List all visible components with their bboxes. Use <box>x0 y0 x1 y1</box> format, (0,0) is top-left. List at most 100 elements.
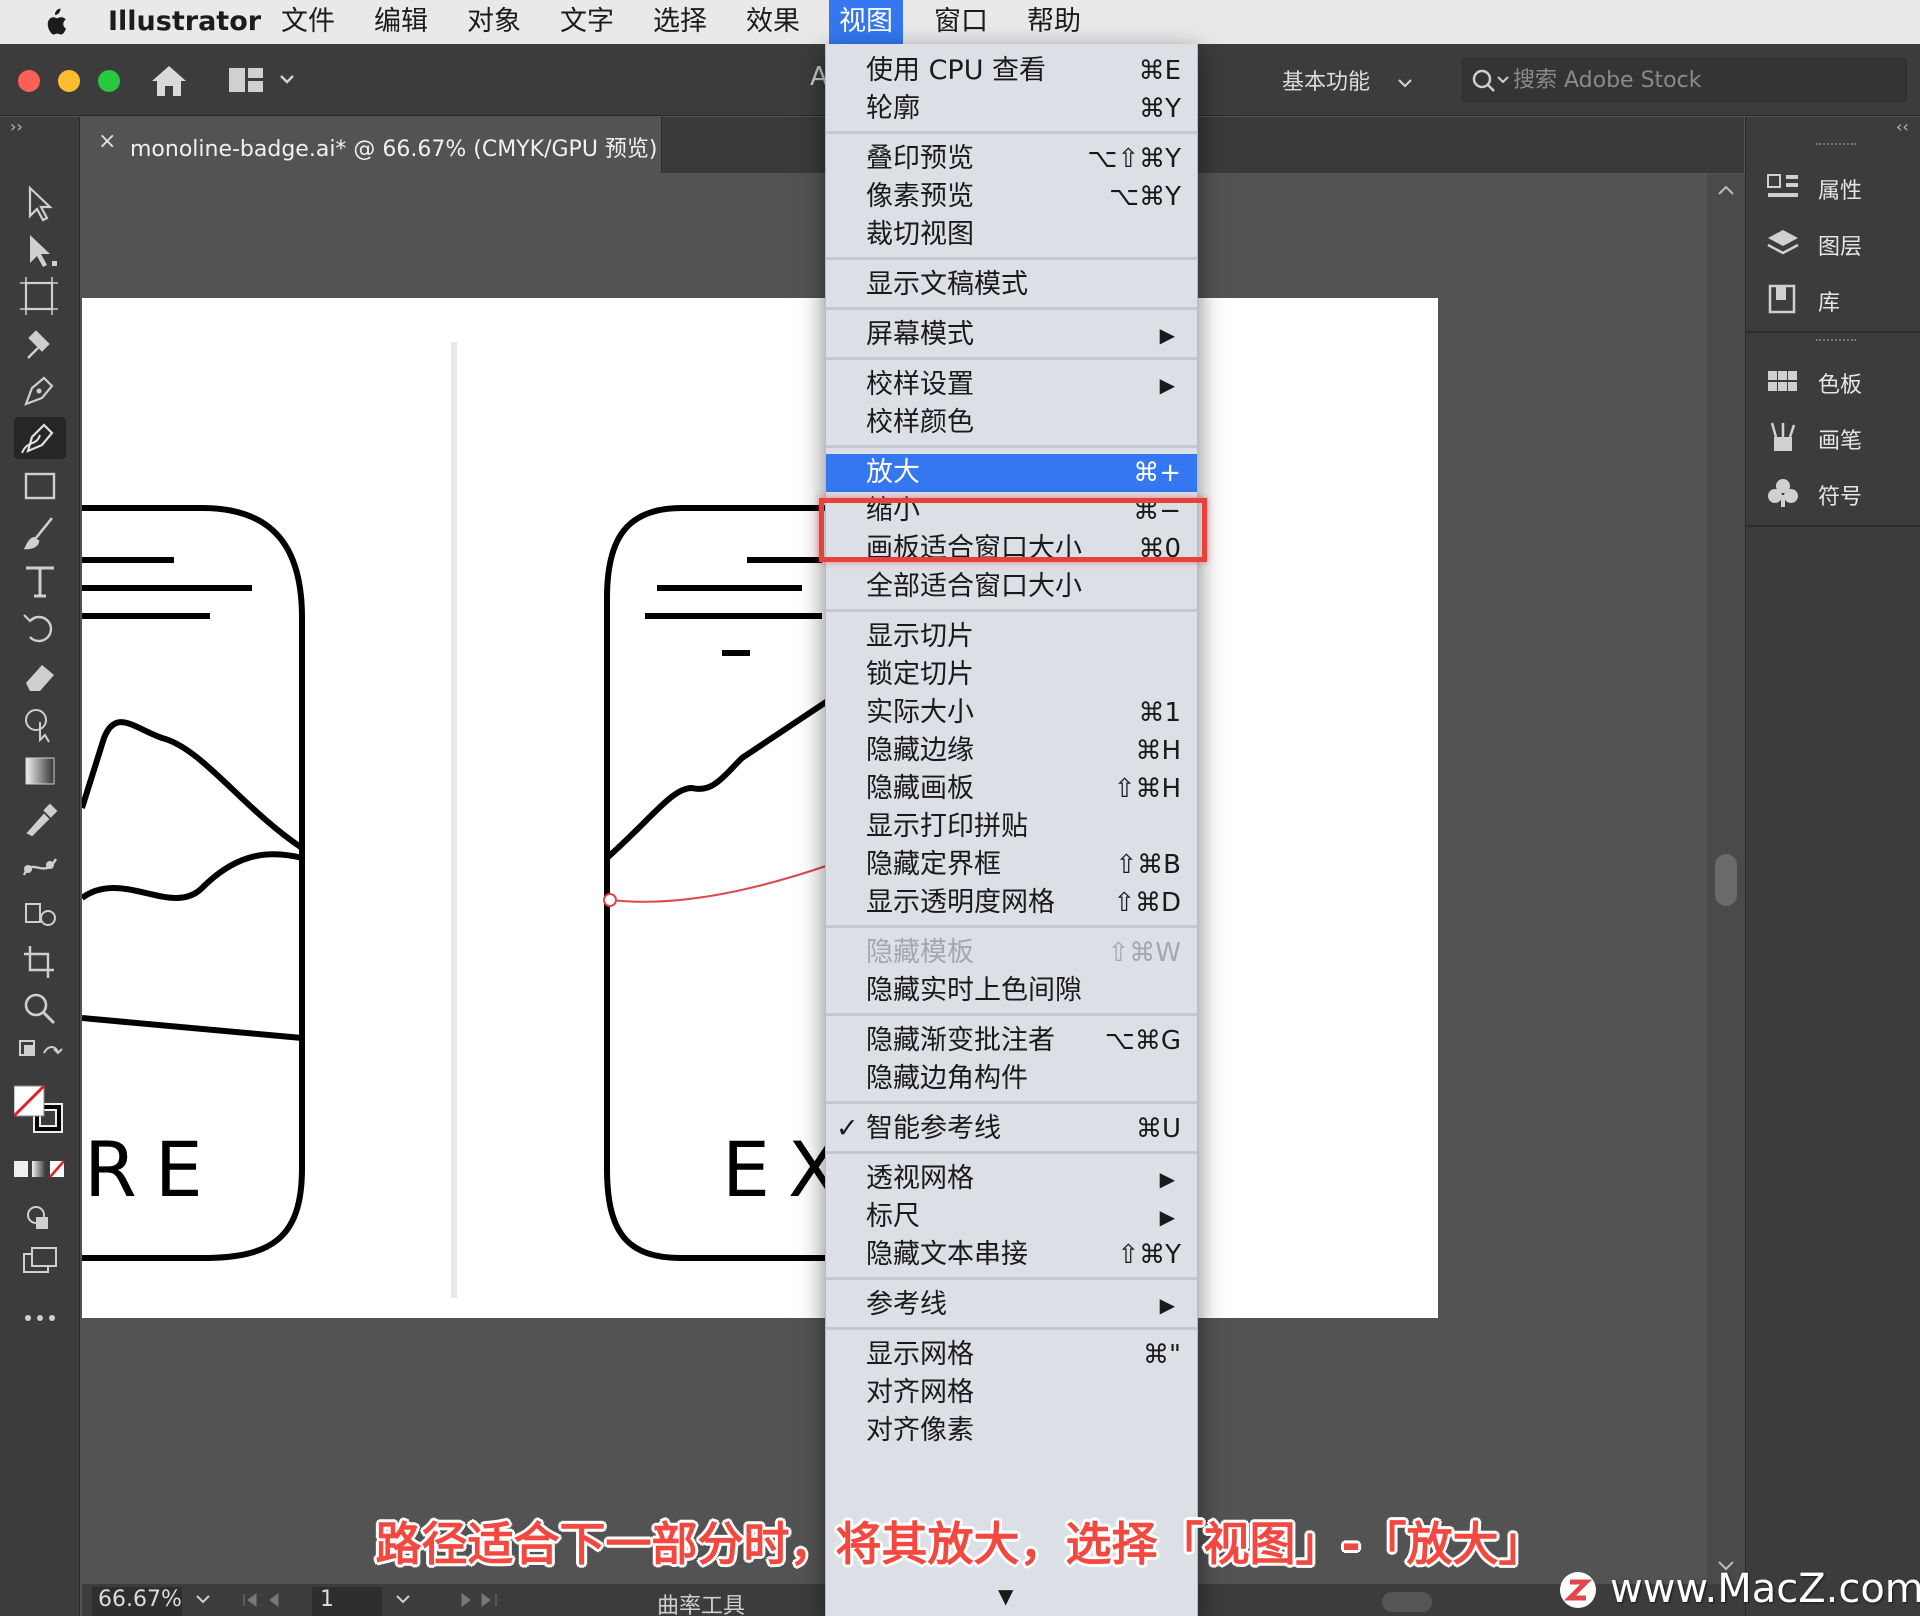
collapse-panels-icon[interactable]: ‹‹ <box>1896 117 1909 136</box>
panel-properties[interactable]: 属性 <box>1766 167 1911 207</box>
view-menu-item[interactable]: ✓ 智能参考线 ⌘U <box>826 1110 1197 1148</box>
view-menu-item[interactable]: 隐藏文本串接 ⇧⌘Y <box>826 1236 1197 1274</box>
next-last-artboard-icons[interactable] <box>442 1592 498 1608</box>
close-tab-icon[interactable]: × <box>98 129 116 154</box>
first-previous-artboard-icons[interactable] <box>242 1592 298 1608</box>
view-menu-item[interactable]: 显示透明度网格 ⇧⌘D <box>826 884 1197 922</box>
drawing-mode-icon[interactable] <box>14 1197 66 1239</box>
shape-builder-tool-icon[interactable] <box>14 702 66 744</box>
artboard-number-field[interactable]: 1 <box>312 1587 382 1616</box>
rotate-tool-icon[interactable] <box>14 607 66 649</box>
close-window-button[interactable] <box>18 70 40 92</box>
workspace-switcher[interactable]: 基本功能 <box>1282 64 1413 96</box>
view-menu-item[interactable]: 轮廓 ⌘Y <box>826 90 1197 128</box>
view-menu-item[interactable]: 标尺 ▶ <box>826 1198 1197 1236</box>
scrollbar-thumb[interactable] <box>1715 854 1737 906</box>
panel-libraries[interactable]: 库 <box>1766 279 1911 319</box>
menu-effect[interactable]: 效果 <box>736 0 810 44</box>
artboard[interactable]: RE EX <box>82 298 1438 1318</box>
edit-toolbar-more-icon[interactable] <box>14 1297 66 1339</box>
view-menu-item[interactable]: 校样设置 ▶ <box>826 366 1197 404</box>
pen-tool-icon[interactable] <box>14 370 66 412</box>
view-menu-item[interactable]: 锁定切片 <box>826 656 1197 694</box>
chevron-down-icon[interactable] <box>194 1590 212 1608</box>
brushes-icon <box>1770 422 1796 451</box>
view-menu-item[interactable]: 对齐像素 <box>826 1412 1197 1450</box>
view-menu-item[interactable]: 校样颜色 <box>826 404 1197 442</box>
fill-stroke-swatches[interactable] <box>12 1082 66 1144</box>
menu-edit[interactable]: 编辑 <box>364 0 438 44</box>
arrange-documents-icon[interactable] <box>228 66 264 94</box>
symbol-sprayer-tool-icon[interactable] <box>14 892 66 934</box>
eraser-tool-icon[interactable] <box>14 655 66 697</box>
rectangle-tool-icon[interactable] <box>14 465 66 507</box>
view-menu-item[interactable]: 实际大小 ⌘1 <box>826 694 1197 732</box>
view-menu-item[interactable]: 放大 ⌘+ <box>826 454 1197 492</box>
view-menu-item[interactable]: 隐藏边缘 ⌘H <box>826 732 1197 770</box>
view-menu-item[interactable]: 显示切片 <box>826 618 1197 656</box>
blend-tool-icon[interactable] <box>14 845 66 887</box>
apple-icon[interactable] <box>40 8 68 38</box>
color-mode-icons[interactable] <box>14 1157 66 1183</box>
menu-view[interactable]: 视图 <box>829 0 903 44</box>
panel-grip[interactable] <box>1816 339 1856 345</box>
view-menu-item[interactable]: 显示文稿模式 <box>826 266 1197 304</box>
view-menu-item[interactable]: 显示打印拼贴 <box>826 808 1197 846</box>
home-icon[interactable] <box>150 64 188 98</box>
puppet-warp-tool-icon[interactable] <box>14 322 66 364</box>
collapse-toolbar-icon[interactable]: ›› <box>10 117 23 136</box>
screen-mode-icon[interactable] <box>14 1242 66 1284</box>
view-menu-item[interactable]: 隐藏定界框 ⇧⌘B <box>826 846 1197 884</box>
stock-search-input[interactable] <box>1513 65 1893 95</box>
view-menu-item[interactable]: 隐藏画板 ⇧⌘H <box>826 770 1197 808</box>
eyedropper-tool-icon[interactable] <box>14 797 66 839</box>
panel-symbols[interactable]: 符号 <box>1766 473 1911 513</box>
adobe-stock-search[interactable] <box>1462 58 1907 102</box>
menu-scroll-down-icon[interactable]: ▼ <box>998 1584 1013 1608</box>
menu-type[interactable]: 文字 <box>550 0 624 44</box>
selection-tool-icon[interactable] <box>14 182 66 224</box>
artboard-tool-icon[interactable] <box>14 275 66 317</box>
document-tab[interactable]: × monoline-badge.ai* @ 66.67% (CMYK/GPU … <box>82 117 662 173</box>
horizontal-scroll-thumb[interactable] <box>1382 1592 1432 1612</box>
view-menu-item[interactable]: 屏幕模式 ▶ <box>826 316 1197 354</box>
view-menu-item[interactable]: 像素预览 ⌥⌘Y <box>826 178 1197 216</box>
menu-select[interactable]: 选择 <box>643 0 717 44</box>
view-menu-item[interactable]: 隐藏实时上色间隙 <box>826 972 1197 1010</box>
direct-selection-tool-icon[interactable] <box>14 229 66 271</box>
zoom-window-button[interactable] <box>98 70 120 92</box>
chevron-down-icon[interactable] <box>394 1590 412 1608</box>
menu-object[interactable]: 对象 <box>457 0 531 44</box>
type-tool-icon[interactable] <box>14 560 66 602</box>
view-menu-item[interactable]: 参考线 ▶ <box>826 1286 1197 1324</box>
vertical-scrollbar[interactable] <box>1707 174 1745 1584</box>
badge-artwork[interactable]: RE EX <box>82 298 1438 1318</box>
view-menu-item[interactable]: 显示网格 ⌘" <box>826 1336 1197 1374</box>
gradient-tool-icon[interactable] <box>14 750 66 792</box>
zoom-level-field[interactable]: 66.67% <box>92 1587 182 1616</box>
view-menu-item[interactable]: 全部适合窗口大小 <box>826 568 1197 606</box>
view-menu-item[interactable]: 使用 CPU 查看 ⌘E <box>826 52 1197 90</box>
swap-fill-stroke-icon[interactable] <box>14 1035 66 1077</box>
view-menu-item[interactable]: 透视网格 ▶ <box>826 1160 1197 1198</box>
menu-help[interactable]: 帮助 <box>1017 0 1091 44</box>
panel-layers[interactable]: 图层 <box>1766 223 1911 263</box>
view-menu-item[interactable]: 隐藏渐变批注者 ⌥⌘G <box>826 1022 1197 1060</box>
menu-file[interactable]: 文件 <box>271 0 345 44</box>
view-menu-item[interactable]: 对齐网格 <box>826 1374 1197 1412</box>
view-menu-item[interactable]: 叠印预览 ⌥⇧⌘Y <box>826 140 1197 178</box>
scroll-up-icon[interactable] <box>1717 184 1735 196</box>
minimize-window-button[interactable] <box>58 70 80 92</box>
menu-window[interactable]: 窗口 <box>924 0 998 44</box>
panel-swatches[interactable]: 色板 <box>1766 361 1911 401</box>
chevron-down-icon[interactable] <box>278 68 296 90</box>
view-menu-item[interactable]: 隐藏边角构件 <box>826 1060 1197 1098</box>
zoom-tool-icon[interactable] <box>14 987 66 1029</box>
menu-app-name[interactable]: Illustrator <box>98 0 271 44</box>
panel-brushes[interactable]: 画笔 <box>1766 417 1911 457</box>
view-menu-item[interactable]: 裁切视图 <box>826 216 1197 254</box>
panel-grip[interactable] <box>1816 143 1856 149</box>
paintbrush-tool-icon[interactable] <box>14 512 66 554</box>
curvature-tool-icon[interactable] <box>14 417 66 459</box>
crop-tool-icon[interactable] <box>14 940 66 982</box>
